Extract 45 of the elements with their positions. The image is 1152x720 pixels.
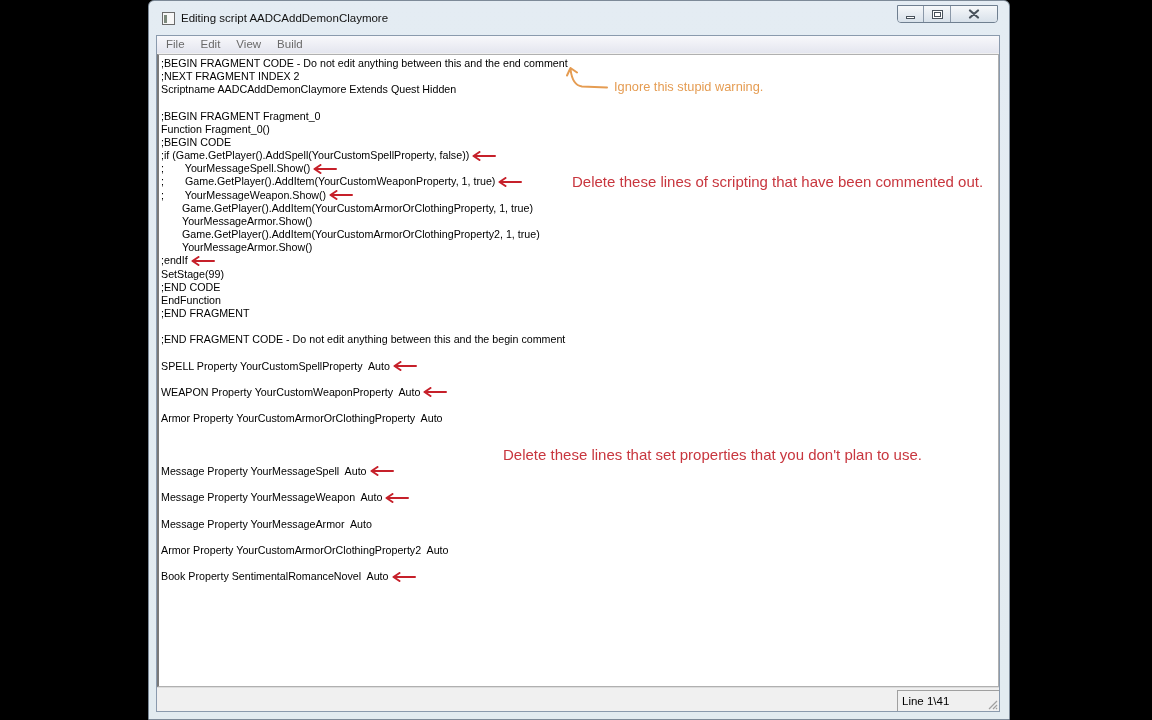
cursor-position: Line 1\41 [902, 693, 950, 709]
code-line: Game.GetPlayer().AddItem(YourCustomArmorOrClothingProperty, 1, true) [181, 201, 534, 215]
code-line: Armor Property YourCustomArmorOrClothingProperty2 Auto [161, 543, 449, 557]
close-icon [968, 9, 980, 19]
code-line: Scriptname AADCAddDemonClaymore Extends Quest Hidden [161, 83, 457, 97]
code-line: SPELL Property YourCustomSpellProperty Auto [161, 359, 390, 373]
annotation-note: Delete these lines of scripting that have been commented out. [572, 173, 984, 191]
maximize-icon [931, 9, 943, 19]
code-line: Function Fragment_0() [161, 122, 270, 136]
code-line: ;END CODE [161, 280, 221, 294]
code-line: SetStage(99) [161, 267, 224, 281]
code-line: Message Property YourMessageWeapon Auto [161, 491, 383, 505]
window-icon [162, 12, 175, 25]
code-line: ; YourMessageWeapon.Show() [161, 188, 327, 202]
code-line: ;endIf [161, 254, 188, 268]
minimize-icon [906, 15, 915, 19]
menu-item[interactable]: Build [269, 36, 311, 53]
code-line: Message Property YourMessageSpell Auto [161, 464, 367, 478]
code-line: ;if (Game.GetPlayer().AddSpell(YourCustomSpellProperty, false)) [161, 149, 470, 163]
code-line: ;NEXT FRAGMENT INDEX 2 [161, 70, 300, 84]
code-line: ;END FRAGMENT CODE - Do not edit anything between this and the begin comment [161, 333, 566, 347]
code-line: ;BEGIN FRAGMENT CODE - Do not edit anything between this and the end comment [161, 57, 568, 71]
code-line: YourMessageArmor.Show() [181, 241, 313, 255]
close-button[interactable] [951, 6, 997, 22]
code-line: ;BEGIN CODE [161, 136, 232, 149]
minimize-button[interactable] [898, 6, 924, 22]
code-line: Game.GetPlayer().AddItem(YourCustomArmorOrClothingProperty2, 1, true) [181, 228, 540, 242]
menu-item[interactable]: View [228, 36, 270, 53]
window-title: Editing script AADCAddDemonClaymore [181, 11, 389, 26]
menu-item[interactable]: File [158, 36, 193, 53]
menu-item[interactable]: Edit [192, 36, 229, 53]
code-line: ; YourMessageSpell.Show() [161, 162, 311, 176]
code-line: ; Game.GetPlayer().AddItem(YourCustomWeaponProperty, 1, true) [161, 175, 496, 189]
code-line: Book Property SentimentalRomanceNovel Auto [161, 570, 389, 584]
code-line: WEAPON Property YourCustomWeaponProperty Auto [161, 386, 421, 399]
code-line: ;BEGIN FRAGMENT Fragment_0 [161, 109, 321, 123]
code-line: Armor Property YourCustomArmorOrClothingProperty Auto [161, 412, 443, 426]
code-line: ;END FRAGMENT [161, 307, 250, 321]
code-line: Message Property YourMessageArmor Auto [161, 517, 372, 531]
maximize-button[interactable] [924, 6, 951, 22]
code-line: EndFunction [161, 293, 221, 307]
annotation-note: Ignore this stupid warning. [614, 79, 764, 94]
annotation-note: Delete these lines that set properties that you don't plan to use. [503, 446, 922, 464]
resize-grip-icon [987, 699, 998, 710]
code-line: YourMessageArmor.Show() [181, 214, 313, 228]
